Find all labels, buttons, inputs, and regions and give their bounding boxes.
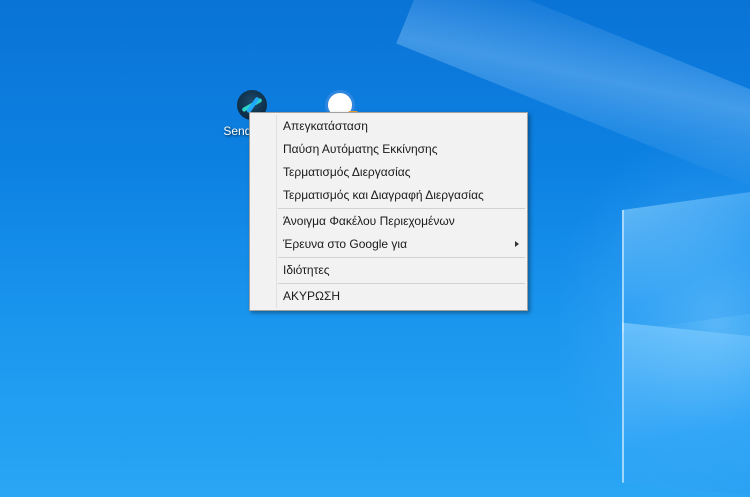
menu-item-end-and-delete-process[interactable]: Τερματισμός και Διαγραφή Διεργασίας: [250, 184, 527, 207]
menu-item-search-google[interactable]: Έρευνα στο Google για: [250, 233, 527, 256]
context-menu: Απεγκατάσταση Παύση Αυτόματης Εκκίνησης …: [249, 112, 528, 311]
window-logo-pane-bottom: [622, 322, 750, 497]
menu-item-label: Έρευνα στο Google για: [283, 237, 408, 251]
window-logo-pane-top: [622, 190, 750, 332]
menu-separator: [278, 257, 525, 258]
menu-item-uninstall[interactable]: Απεγκατάσταση: [250, 115, 527, 138]
desktop: Send Fi Απεγκατάσταση Παύση Αυτόματης Εκ…: [0, 0, 750, 497]
menu-item-open-containing-folder[interactable]: Άνοιγμα Φακέλου Περιεχομένων: [250, 210, 527, 233]
menu-item-pause-autostart[interactable]: Παύση Αυτόματης Εκκίνησης: [250, 138, 527, 161]
menu-separator: [278, 208, 525, 209]
chevron-right-icon: [515, 241, 519, 247]
menu-item-cancel[interactable]: ΑΚΥΡΩΣΗ: [250, 285, 527, 308]
menu-item-end-process[interactable]: Τερματισμός Διεργασίας: [250, 161, 527, 184]
menu-separator: [278, 283, 525, 284]
menu-item-properties[interactable]: Ιδιότητες: [250, 259, 527, 282]
